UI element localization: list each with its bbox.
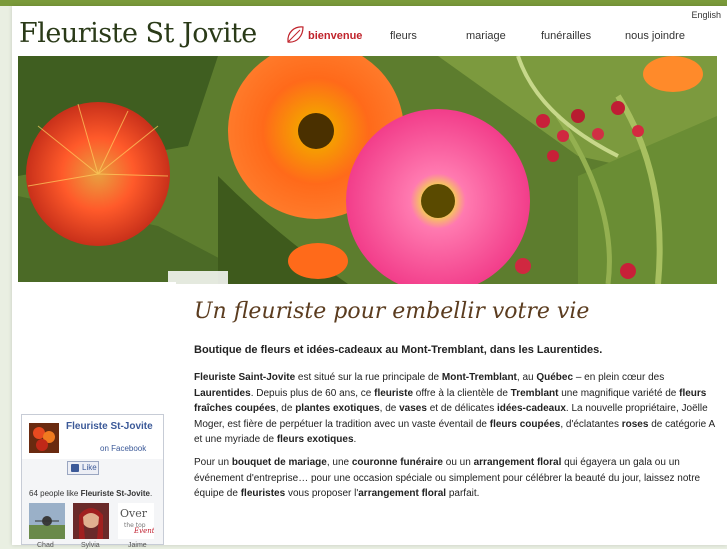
facebook-like-count: 64 people like Fleuriste St-Jovite. <box>29 489 152 498</box>
fan-name[interactable]: Sylvia <box>81 542 100 549</box>
body-text: offre à la clientèle de <box>413 387 511 399</box>
keyword-text: arrangement floral <box>358 488 447 500</box>
fan-name[interactable]: Jaime <box>128 542 147 549</box>
nav-fleurs[interactable]: fleurs <box>390 30 417 42</box>
keyword-text: fleurs exotiques <box>276 434 354 446</box>
language-link[interactable]: English <box>691 10 721 20</box>
keyword-text: arrangement floral <box>473 457 562 469</box>
thumbs-up-icon <box>71 464 79 472</box>
body-text: est situé sur la rue principale de <box>295 372 442 384</box>
keyword-text: Laurentides <box>194 387 251 399</box>
body-text: , de <box>275 403 296 415</box>
svg-text:Over: Over <box>120 507 148 520</box>
facebook-like-box: Fleuriste St-Jovite on Facebook Like 64 … <box>21 414 164 549</box>
thumbnail-grid <box>18 282 176 284</box>
body-text: – en plein cœur des <box>573 372 665 384</box>
fan-avatar-logo[interactable]: Over the top Event <box>118 503 154 539</box>
content-heading: Boutique de fleurs et idées-cadeaux au M… <box>194 344 603 356</box>
like-count-page[interactable]: Fleuriste St-Jovite <box>81 489 150 498</box>
keyword-text: Québec <box>536 372 574 384</box>
keyword-text: fleuriste <box>374 387 414 399</box>
hero-banner <box>18 56 717 284</box>
body-text: , de <box>379 403 400 415</box>
site-logo[interactable]: Fleuriste St Jovite <box>19 18 257 49</box>
svg-text:Event: Event <box>133 527 154 535</box>
keyword-text: Fleuriste Saint-Jovite <box>194 372 296 384</box>
services-paragraph: Pour un bouquet de mariage, une couronne… <box>194 455 719 501</box>
keyword-text: idées-cadeaux <box>496 403 566 415</box>
keyword-text: fleuristes <box>240 488 286 500</box>
fan-name[interactable]: Chad <box>37 542 54 549</box>
tagline: Un fleuriste pour embellir votre vie <box>194 299 590 324</box>
body-text: , au <box>516 372 537 384</box>
body-text: et de délicates <box>426 403 497 415</box>
body-text: Pour un <box>194 457 232 469</box>
facebook-like-button[interactable]: Like <box>67 461 99 475</box>
body-text: une magnifique variété de <box>558 387 680 399</box>
nav-funerailles[interactable]: funérailles <box>541 30 591 42</box>
body-text: vous proposer l' <box>285 488 359 500</box>
keyword-text: plantes exotiques <box>295 403 380 415</box>
like-count-suffix: . <box>149 489 153 498</box>
like-count-prefix: 64 people like <box>29 489 81 498</box>
fan-avatar[interactable] <box>29 503 65 539</box>
body-text: ou un <box>443 457 474 469</box>
leaf-icon <box>287 26 304 43</box>
hero-flowers-image <box>18 56 717 284</box>
body-text: . Depuis plus de 60 ans, ce <box>250 387 375 399</box>
keyword-text: couronne funéraire <box>351 457 443 469</box>
intro-paragraph: Fleuriste Saint-Jovite est situé sur la … <box>194 370 719 447</box>
facebook-on-label: on Facebook <box>100 444 147 453</box>
facebook-page-name[interactable]: Fleuriste St-Jovite <box>66 421 156 433</box>
keyword-text: fleurs coupées <box>489 418 561 430</box>
body-text: . <box>353 434 357 446</box>
fan-avatar[interactable] <box>73 503 109 539</box>
page-container: Fleuriste St Jovite English bienvenue fl… <box>12 6 727 549</box>
nav-mariage[interactable]: mariage <box>466 30 506 42</box>
body-text: , d'éclatantes <box>560 418 622 430</box>
like-label: Like <box>82 463 97 472</box>
keyword-text: roses <box>621 418 649 430</box>
body-text: , une <box>326 457 352 469</box>
nav-bienvenue[interactable]: bienvenue <box>308 30 362 42</box>
facebook-header: Fleuriste St-Jovite on Facebook <box>22 415 163 459</box>
body-text: parfait. <box>446 488 480 500</box>
main-content: Boutique de fleurs et idées-cadeaux au M… <box>194 343 719 510</box>
keyword-text: Mont-Tremblant <box>441 372 517 384</box>
keyword-text: vases <box>399 403 427 415</box>
facebook-page-thumbnail[interactable] <box>29 423 59 453</box>
nav-nous-joindre[interactable]: nous joindre <box>625 30 685 42</box>
keyword-text: Tremblant <box>510 387 559 399</box>
keyword-text: bouquet de mariage <box>231 457 327 469</box>
